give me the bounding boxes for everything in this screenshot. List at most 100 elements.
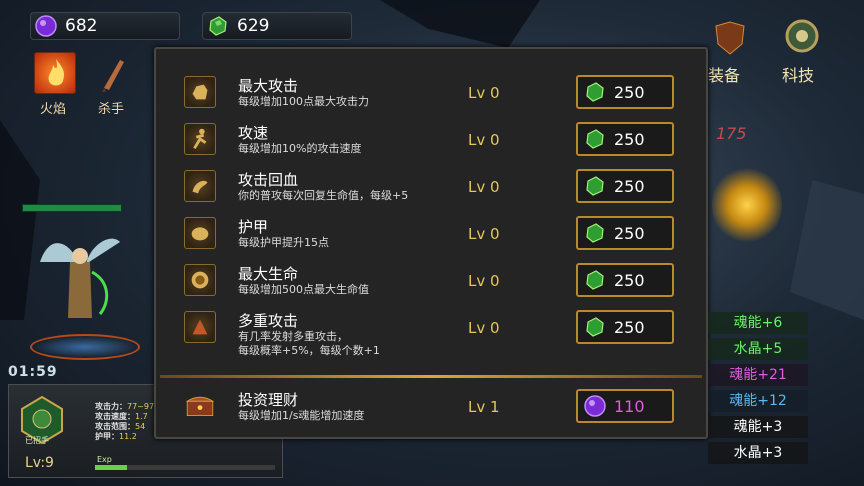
scene-cliff-top <box>380 0 540 48</box>
crystal-icon <box>586 176 604 196</box>
buy-armor-button[interactable]: 250 <box>576 216 674 250</box>
upgrade-level: Lv 1 <box>468 398 500 416</box>
upgrade-name: 多重攻击 <box>238 312 299 330</box>
upgrade-cost: 250 <box>614 176 645 196</box>
crystal-counter: 629 <box>202 12 352 40</box>
treasure-chest-icon <box>185 396 215 416</box>
upgrade-desc: 你的普攻每次回复生命值，每级+5 <box>238 189 409 202</box>
equipment-icon <box>715 21 745 55</box>
tech-button[interactable] <box>778 14 826 60</box>
panel-divider <box>160 375 702 378</box>
skill-killer-button[interactable] <box>92 52 134 94</box>
hero-platform <box>30 334 140 360</box>
buy-max-health-button[interactable]: 250 <box>576 263 674 297</box>
upgrade-level: Lv 0 <box>468 272 500 290</box>
soul-orb-icon <box>584 395 606 417</box>
flame-icon <box>48 59 65 86</box>
crystal-icon <box>586 317 604 337</box>
max-health-icon <box>184 264 216 296</box>
upgrade-desc: 每级护甲提升15点 <box>238 236 329 249</box>
exp-bar <box>95 465 275 470</box>
upgrade-panel: 最大攻击 每级增加100点最大攻击力 Lv 0 250 攻速 每级增加10%的攻… <box>154 47 708 439</box>
upgrade-row-attack-speed: 攻速 每级增加10%的攻击速度 Lv 0 250 <box>180 120 680 164</box>
reward-feed-item: 水晶+3 <box>708 442 808 464</box>
upgrade-desc: 每级增加1/s魂能增加速度 <box>238 409 365 422</box>
crystal-icon <box>586 223 604 243</box>
scene-rock-right <box>790 180 864 320</box>
tech-label: 科技 <box>782 66 815 85</box>
upgrade-row-max-health: 最大生命 每级增加500点最大生命值 Lv 0 250 <box>180 261 680 305</box>
upgrade-cost: 250 <box>614 129 645 149</box>
soul-counter: 682 <box>30 12 180 40</box>
hero-winged-icon <box>40 238 120 318</box>
upgrade-cost: 250 <box>614 82 645 102</box>
upgrade-name: 最大攻击 <box>238 77 299 95</box>
multishot-icon <box>184 311 216 343</box>
buy-max-attack-button[interactable]: 250 <box>576 75 674 109</box>
upgrade-desc: 有几率发射多重攻击， 每级概率+5%，每级个数+1 <box>238 330 478 358</box>
hero-figure[interactable] <box>30 222 130 332</box>
reward-feed-item: 魂能+3 <box>708 416 808 438</box>
reward-feed-item: 水晶+5 <box>708 338 808 360</box>
exp-bar-fill <box>95 465 128 470</box>
upgrade-desc: 每级增加100点最大攻击力 <box>238 95 369 108</box>
round-timer: 01:59 <box>8 364 58 380</box>
crystal-icon <box>586 270 604 290</box>
exp-label: Exp <box>97 455 112 464</box>
lifesteal-figure-icon <box>192 180 208 194</box>
buy-multishot-button[interactable]: 250 <box>576 310 674 344</box>
armor-icon <box>184 217 216 249</box>
upgrade-desc-line-2: 每级概率+5%，每级个数+1 <box>238 344 380 357</box>
running-figure-icon <box>193 128 207 150</box>
buy-investment-button[interactable]: 110 <box>576 389 674 423</box>
hero-level: Lv:9 <box>25 455 54 471</box>
fist-icon <box>192 84 208 100</box>
upgrade-cost: 110 <box>614 396 645 416</box>
buy-attack-speed-button[interactable]: 250 <box>576 122 674 156</box>
upgrade-name: 最大生命 <box>238 265 299 283</box>
armor-shell-icon <box>191 227 209 241</box>
crystal-amount: 629 <box>237 16 270 36</box>
buy-lifesteal-button[interactable]: 250 <box>576 169 674 203</box>
upgrade-cost: 250 <box>614 317 645 337</box>
upgrade-cost: 250 <box>614 270 645 290</box>
upgrade-cost: 250 <box>614 223 645 243</box>
attack-speed-icon <box>184 123 216 155</box>
upgrade-row-armor: 护甲 每级护甲提升15点 Lv 0 250 <box>180 214 680 258</box>
stat-armor: 护甲：11.2 <box>95 432 137 441</box>
soul-amount: 682 <box>65 16 98 36</box>
upgrade-name: 攻速 <box>238 124 269 142</box>
upgrade-desc: 每级增加500点最大生命值 <box>238 283 369 296</box>
upgrade-name: 投资理财 <box>238 391 299 409</box>
max-attack-icon <box>184 76 216 108</box>
lion-head-icon <box>191 271 209 289</box>
upgrade-row-investment: 投资理财 每级增加1/s魂能增加速度 Lv 1 110 <box>180 387 680 431</box>
skill-killer-label: 杀手 <box>98 102 125 117</box>
skill-flame-button[interactable] <box>34 52 76 94</box>
upgrade-level: Lv 0 <box>468 178 500 196</box>
upgrade-desc-line-1: 有几率发射多重攻击， <box>238 330 348 343</box>
upgrade-name: 护甲 <box>238 218 269 236</box>
equipment-label: 装备 <box>708 66 741 85</box>
tech-gear-icon <box>785 19 819 53</box>
skill-flame-label: 火焰 <box>40 102 67 117</box>
upgrade-level: Lv 0 <box>468 84 500 102</box>
upgrade-desc: 每级增加10%的攻击速度 <box>238 142 362 155</box>
crystal-icon <box>586 82 604 102</box>
hero-health-bar <box>22 204 122 212</box>
upgrade-level: Lv 0 <box>468 225 500 243</box>
multishot-figure-icon <box>192 319 208 335</box>
investment-icon <box>184 390 216 422</box>
hero-badge-text: 已招手 <box>25 436 49 445</box>
upgrade-level: Lv 0 <box>468 319 500 337</box>
upgrade-name: 攻击回血 <box>238 171 299 189</box>
reward-feed-item: 魂能+6 <box>708 312 808 334</box>
soul-orb-icon <box>35 15 57 37</box>
reward-feed-item: 魂能+21 <box>708 364 808 386</box>
upgrade-row-max-attack: 最大攻击 每级增加100点最大攻击力 Lv 0 250 <box>180 73 680 117</box>
blade-icon <box>102 60 124 92</box>
enemy-damage-text: 175 <box>716 124 747 143</box>
crystal-icon <box>586 129 604 149</box>
upgrade-row-lifesteal: 攻击回血 你的普攻每次回复生命值，每级+5 Lv 0 250 <box>180 167 680 211</box>
upgrade-row-multishot: 多重攻击 有几率发射多重攻击， 每级概率+5%，每级个数+1 Lv 0 250 <box>180 308 680 357</box>
